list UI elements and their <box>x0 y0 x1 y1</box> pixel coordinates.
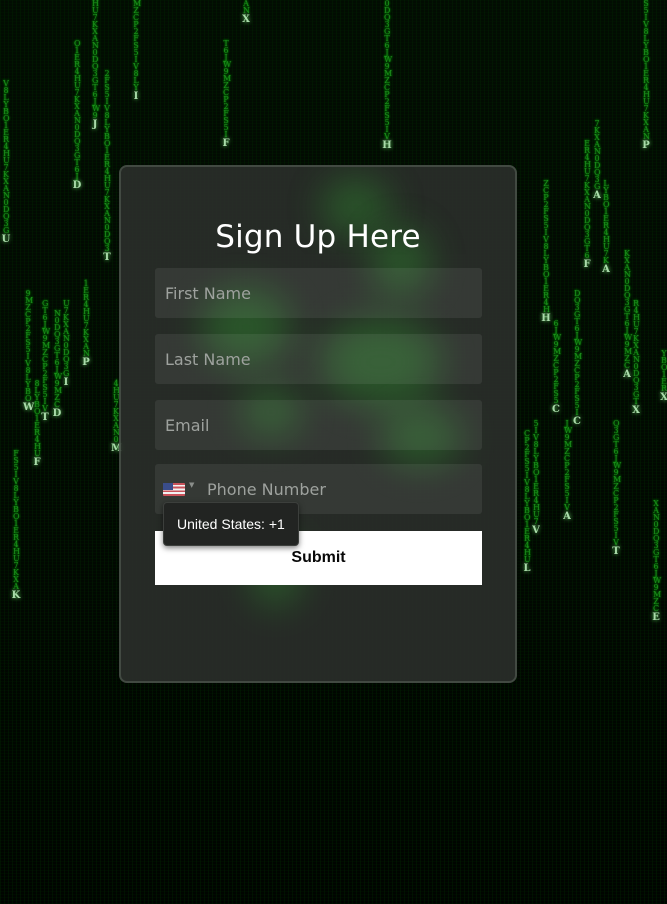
rain-head-glyph: L <box>523 563 531 574</box>
rain-column: 9MZCP2FS5IV8LYBO W <box>23 289 35 414</box>
rain-head-glyph: U <box>1 234 11 245</box>
rain-column: CP2FS5IV8LYBO1ER4HU L <box>523 429 531 575</box>
email-input[interactable] <box>155 400 482 450</box>
rain-column: LYBO1ER4HU7K A <box>602 179 610 276</box>
rain-column: KXAN0DQ3GT6JW9MZC A <box>623 249 633 381</box>
rain-head-glyph: A <box>563 511 571 522</box>
rain-head-glyph: K <box>11 590 21 601</box>
rain-column: R4HU7KXAN0DQ3GT X <box>632 299 640 417</box>
rain-head-glyph: T <box>612 546 620 557</box>
rain-column: S5IV8LYBO1ER4HU7KXAN P <box>642 0 650 151</box>
flag-canton <box>163 483 173 490</box>
caret-down-icon[interactable]: ▼ <box>189 481 194 489</box>
rain-head-glyph: A <box>593 190 601 201</box>
rain-head-glyph: A <box>602 264 610 275</box>
rain-head-glyph: P <box>82 357 90 368</box>
rain-column: 5IV8LYBO1ER4HU7 V <box>532 419 540 537</box>
rain-column: Q3GT6JW9MZCP2FS5IV T <box>612 419 622 558</box>
rain-head-glyph: F <box>583 259 591 270</box>
rain-head-glyph: W <box>23 402 35 413</box>
rain-column: T6JW9MZCP2FS5I F <box>222 39 232 150</box>
form-title: Sign Up Here <box>215 219 421 255</box>
rain-head-glyph: J <box>92 119 98 130</box>
first-name-input[interactable] <box>155 268 482 318</box>
rain-head-glyph: C <box>552 404 560 415</box>
rain-column: N0DQ3GT6JW9MZC D <box>52 309 63 420</box>
rain-column: 0DQ3GT6JW9MZCP2FS5IV H <box>382 0 393 151</box>
rain-head-glyph: P <box>642 140 650 151</box>
rain-column: MZCP2FS5IV8LY I <box>133 0 142 102</box>
rain-column: 6JW9MZCP2FS5 C <box>552 319 562 416</box>
last-name-input[interactable] <box>155 334 482 384</box>
rain-column: 2FS5IV8LYBO1ER4HU7KXAN0DQ3 T <box>103 69 111 264</box>
rain-column: ZCP2FS5IV8LYBO1ER4H H <box>541 179 551 325</box>
rain-column: DQ3GT6JW9MZCP2FS5I C <box>573 289 583 428</box>
rain-column: ER4HU7KXAN0DQ3GT6 F <box>583 139 591 271</box>
rain-head-glyph: I <box>63 377 69 388</box>
rain-head-glyph: X <box>660 392 667 403</box>
rain-column: 7KXAN0DQ3G A <box>593 119 601 202</box>
rain-head-glyph: H <box>382 140 392 151</box>
rain-column: GT6JW9MZCP2FS5IV T <box>41 299 51 424</box>
signup-card: Sign Up Here ▼ United States: +1 Submit <box>119 165 517 683</box>
rain-head-glyph: T <box>103 252 111 263</box>
rain-column: FS5IV8LYBO1ER4HU7KXA K <box>11 449 21 602</box>
rain-column: 8LYBO1ER4HU F <box>33 379 41 469</box>
us-flag-icon[interactable] <box>163 483 185 496</box>
rain-head-glyph: X <box>242 14 250 25</box>
rain-head-glyph: A <box>623 369 631 380</box>
rain-column: V8LYBO1ER4HU7KXAN0DQ3G U <box>1 79 11 246</box>
country-tooltip: United States: +1 <box>163 502 299 546</box>
rain-head-glyph: E <box>652 612 660 623</box>
rain-head-glyph: F <box>33 457 41 468</box>
rain-head-glyph: F <box>222 138 230 149</box>
rain-column: YBO1ER X <box>660 349 667 404</box>
rain-column: JW9MZCP2FS5IV A <box>563 419 573 523</box>
rain-column: AN X <box>242 0 250 25</box>
rain-head-glyph: I <box>133 91 139 102</box>
rain-column: XAN0DQ3GT6JW9MZC E <box>652 499 662 624</box>
rain-column: O1ER4HU7KXAN0DQ3GT6J D <box>72 39 82 192</box>
matrix-background: AN X HU7KXAN0DQ3GT6JW9 J O1ER4HU7KXAN0DQ3GT6… <box>0 0 667 904</box>
rain-column: U7KXAN0DQ3G I <box>63 299 70 389</box>
rain-head-glyph: T <box>41 412 49 423</box>
rain-head-glyph: H <box>541 313 551 324</box>
rain-column: 1ER4HU7KXAN P <box>82 279 90 369</box>
rain-head-glyph: D <box>52 408 62 419</box>
rain-head-glyph: C <box>573 416 581 427</box>
rain-head-glyph: V <box>532 525 540 536</box>
rain-column: HU7KXAN0DQ3GT6JW9 J <box>92 0 101 130</box>
rain-head-glyph: X <box>632 405 640 416</box>
rain-head-glyph: D <box>72 180 82 191</box>
